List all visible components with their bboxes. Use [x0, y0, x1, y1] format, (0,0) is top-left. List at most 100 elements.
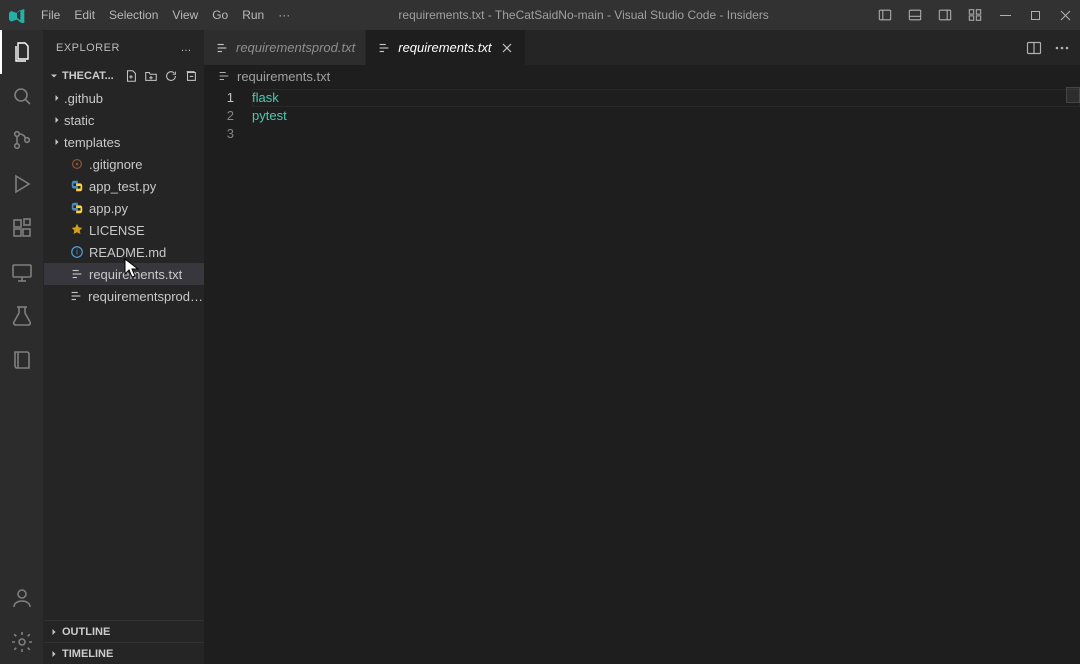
gutter: 123: [204, 87, 252, 664]
menu-bar: File Edit Selection View Go Run ···: [34, 0, 297, 30]
menu-view[interactable]: View: [165, 0, 205, 30]
layout-buttons: [870, 0, 990, 30]
tree-file[interactable]: requirements.txt: [44, 263, 204, 285]
activity-extensions-icon[interactable]: [0, 206, 44, 250]
file-type-icon: [214, 41, 230, 55]
activity-account-icon[interactable]: [0, 576, 44, 620]
tree-item-label: .github: [64, 91, 103, 106]
main-area: EXPLORER … THECAT... .github static templa…: [0, 30, 1080, 664]
menu-selection[interactable]: Selection: [102, 0, 165, 30]
toggle-panel-icon[interactable]: [900, 0, 930, 30]
file-type-icon: [376, 41, 392, 55]
activity-testing-icon[interactable]: [0, 294, 44, 338]
toggle-primary-sidebar-icon[interactable]: [870, 0, 900, 30]
panel-timeline-label: TIMELINE: [62, 648, 113, 660]
activity-search-icon[interactable]: [0, 74, 44, 118]
tree-file[interactable]: LICENSE: [44, 219, 204, 241]
sidebar-bottom-panels: OUTLINE TIMELINE: [44, 620, 204, 664]
activity-source-control-icon[interactable]: [0, 118, 44, 162]
tab-bar-actions: [1016, 30, 1080, 65]
panel-timeline[interactable]: TIMELINE: [44, 642, 204, 664]
activity-run-debug-icon[interactable]: [0, 162, 44, 206]
menu-run[interactable]: Run: [235, 0, 271, 30]
explorer-root[interactable]: THECAT...: [44, 65, 204, 87]
tree-item-label: static: [64, 113, 94, 128]
svg-text:i: i: [76, 248, 78, 257]
new-folder-icon[interactable]: [142, 67, 160, 85]
activity-explorer-icon[interactable]: [0, 30, 44, 74]
tree-file[interactable]: requirementsprod.txt: [44, 285, 204, 307]
sidebar: EXPLORER … THECAT... .github static templa…: [44, 30, 204, 664]
menu-file[interactable]: File: [34, 0, 67, 30]
chevron-right-icon: [50, 114, 64, 126]
tree-file[interactable]: .gitignore: [44, 153, 204, 175]
activity-settings-icon[interactable]: [0, 620, 44, 664]
tree-folder[interactable]: .github: [44, 87, 204, 109]
editor-tab[interactable]: requirementsprod.txt: [204, 30, 366, 65]
code-line[interactable]: [252, 125, 1080, 143]
more-actions-icon[interactable]: [1050, 36, 1074, 60]
sidebar-header: EXPLORER …: [44, 30, 204, 65]
chevron-right-icon: [46, 626, 62, 638]
panel-outline[interactable]: OUTLINE: [44, 620, 204, 642]
menu-go[interactable]: Go: [205, 0, 235, 30]
window-title: requirements.txt - TheCatSaidNo-main - V…: [297, 8, 870, 22]
code-line[interactable]: pytest: [252, 107, 1080, 125]
tree-item-label: README.md: [89, 245, 166, 260]
maximize-button[interactable]: [1020, 0, 1050, 30]
editor-tab[interactable]: requirements.txt: [366, 30, 526, 65]
tree-item-label: requirementsprod.txt: [88, 289, 204, 304]
customize-layout-icon[interactable]: [960, 0, 990, 30]
sidebar-title: EXPLORER: [56, 42, 120, 54]
tree-item-label: LICENSE: [89, 223, 145, 238]
file-type-icon: [68, 289, 86, 303]
title-bar: File Edit Selection View Go Run ··· requ…: [0, 0, 1080, 30]
tab-label: requirements.txt: [398, 40, 491, 55]
app-logo: [0, 7, 34, 23]
breadcrumb[interactable]: requirements.txt: [204, 65, 1080, 87]
editor-group: requirementsprod.txt requirements.txt req…: [204, 30, 1080, 664]
refresh-icon[interactable]: [162, 67, 180, 85]
chevron-right-icon: [50, 92, 64, 104]
file-type-icon: [68, 179, 86, 193]
panel-outline-label: OUTLINE: [62, 626, 110, 638]
file-type-icon: [68, 157, 86, 171]
tree-item-label: .gitignore: [89, 157, 142, 172]
chevron-right-icon: [46, 648, 62, 660]
code-editor[interactable]: 123 flaskpytest: [204, 87, 1080, 664]
file-type-icon: [68, 267, 86, 281]
breadcrumb-label: requirements.txt: [237, 69, 330, 84]
collapse-all-icon[interactable]: [182, 67, 200, 85]
file-type-icon: [68, 223, 86, 237]
activity-book-icon[interactable]: [0, 338, 44, 382]
minimize-button[interactable]: [990, 0, 1020, 30]
chevron-down-icon: [46, 70, 62, 82]
minimap-viewport[interactable]: [1066, 87, 1080, 103]
code-lines[interactable]: flaskpytest: [252, 87, 1080, 664]
new-file-icon[interactable]: [122, 67, 140, 85]
file-type-icon: [68, 201, 86, 215]
tab-bar: requirementsprod.txt requirements.txt: [204, 30, 1080, 65]
file-type-icon: i: [68, 245, 86, 259]
menu-edit[interactable]: Edit: [67, 0, 102, 30]
code-line[interactable]: flask: [252, 89, 1080, 107]
toggle-secondary-sidebar-icon[interactable]: [930, 0, 960, 30]
tree-folder[interactable]: static: [44, 109, 204, 131]
explorer-root-label: THECAT...: [62, 70, 114, 82]
tree-file[interactable]: i README.md: [44, 241, 204, 263]
tree-file[interactable]: app.py: [44, 197, 204, 219]
tree-item-label: app_test.py: [89, 179, 156, 194]
split-editor-icon[interactable]: [1022, 36, 1046, 60]
close-button[interactable]: [1050, 0, 1080, 30]
activity-bar: [0, 30, 44, 664]
file-tree[interactable]: .github static templates .gitignore app_test…: [44, 87, 204, 620]
activity-remote-icon[interactable]: [0, 250, 44, 294]
tree-folder[interactable]: templates: [44, 131, 204, 153]
menu-more[interactable]: ···: [271, 0, 297, 30]
close-icon[interactable]: [499, 40, 515, 56]
tree-item-label: templates: [64, 135, 120, 150]
tab-label: requirementsprod.txt: [236, 40, 355, 55]
tree-item-label: app.py: [89, 201, 128, 216]
sidebar-more-icon[interactable]: …: [181, 42, 193, 54]
tree-file[interactable]: app_test.py: [44, 175, 204, 197]
